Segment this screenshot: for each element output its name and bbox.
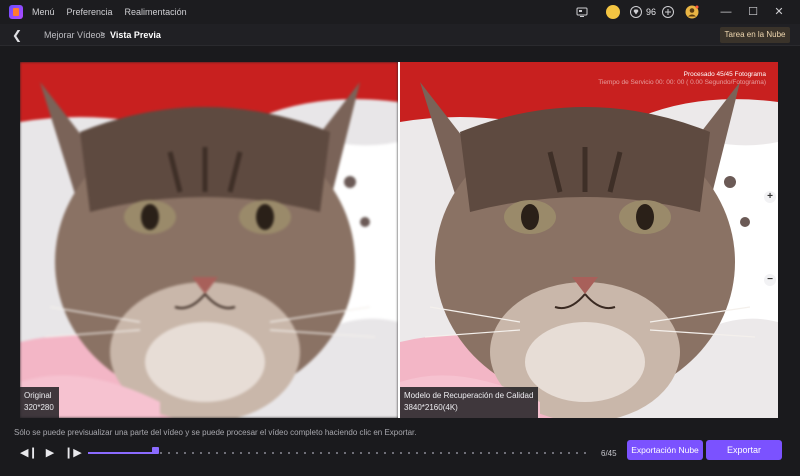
timeline-progress [88,452,155,454]
service-time-text: Tiempo de Servicio 00: 00: 00 ( 0.00 Seg… [598,79,766,86]
breadcrumb-current: Vista Previa [110,30,161,40]
cat-image-original [20,62,398,418]
back-arrow-icon[interactable]: ❮ [12,29,24,41]
breadcrumb-bar: ❮ Mejorar Vídeos > Vista Previa [0,24,800,46]
original-preview-pane: Original 320*280 [20,62,398,418]
credits-count: 96 [646,7,657,17]
frame-counter: 6/45 [601,449,617,458]
screen-record-icon[interactable] [576,6,588,18]
breadcrumb-parent[interactable]: Mejorar Vídeos [44,30,105,40]
app-logo-icon [9,5,23,19]
zoom-out-icon[interactable]: − [764,274,776,286]
processed-frames-text: Procesado 45/45 Fotograma [683,71,766,78]
maximize-button[interactable]: ☐ [746,5,760,19]
breadcrumb-chevron-icon: > [100,29,106,39]
main-menu: Menú Preferencia Realimentación [32,7,199,17]
enhanced-info-badge: Modelo de Recuperación de Calidad 3840*2… [400,387,539,418]
menu-item-feedback[interactable]: Realimentación [125,7,187,17]
menu-item-menu[interactable]: Menú [32,7,55,17]
user-avatar-icon[interactable] [685,5,699,19]
zoom-in-icon[interactable]: + [764,191,776,203]
enhanced-preview-pane: Procesado 45/45 Fotograma Tiempo de Serv… [400,62,778,418]
add-credits-icon[interactable] [662,6,674,18]
original-resolution: 320*280 [24,403,54,412]
timeline-track[interactable] [88,452,588,454]
enhanced-title: Modelo de Recuperación de Calidad [404,391,534,400]
cat-image-enhanced [400,62,778,418]
zoom-slider[interactable] [769,206,771,272]
play-icon[interactable]: ▶ [43,447,57,459]
title-bar: Menú Preferencia Realimentación 96 — ☐ ✕ [0,0,800,24]
close-button[interactable]: ✕ [772,5,786,19]
cloud-export-button[interactable]: Exportación Nube [627,440,703,460]
enhanced-resolution: 3840*2160(4K) [404,403,458,412]
processing-stats: Procesado 45/45 Fotograma Tiempo de Serv… [598,71,766,87]
crown-coin-icon[interactable] [606,5,620,19]
next-frame-icon[interactable]: ❙▶ [64,447,82,459]
minimize-button[interactable]: — [719,5,733,19]
diamond-icon [630,6,642,18]
menu-item-preferences[interactable]: Preferencia [67,7,113,17]
preview-area: Original 320*280 Procesado 45/45 Fotogra… [20,62,778,418]
timeline-playhead[interactable] [151,447,159,454]
playback-controls: ◀❙ ▶ ❙▶ 6/45 Exportación Nube Exportar [0,440,800,466]
previous-frame-icon[interactable]: ◀❙ [20,447,38,459]
preview-notice: Sólo se puede previsualizar una parte de… [14,428,417,437]
original-title: Original [24,391,52,400]
export-button[interactable]: Exportar [706,440,782,460]
original-info-badge: Original 320*280 [20,387,59,418]
cloud-task-button[interactable]: Tarea en la Nube [720,27,790,43]
